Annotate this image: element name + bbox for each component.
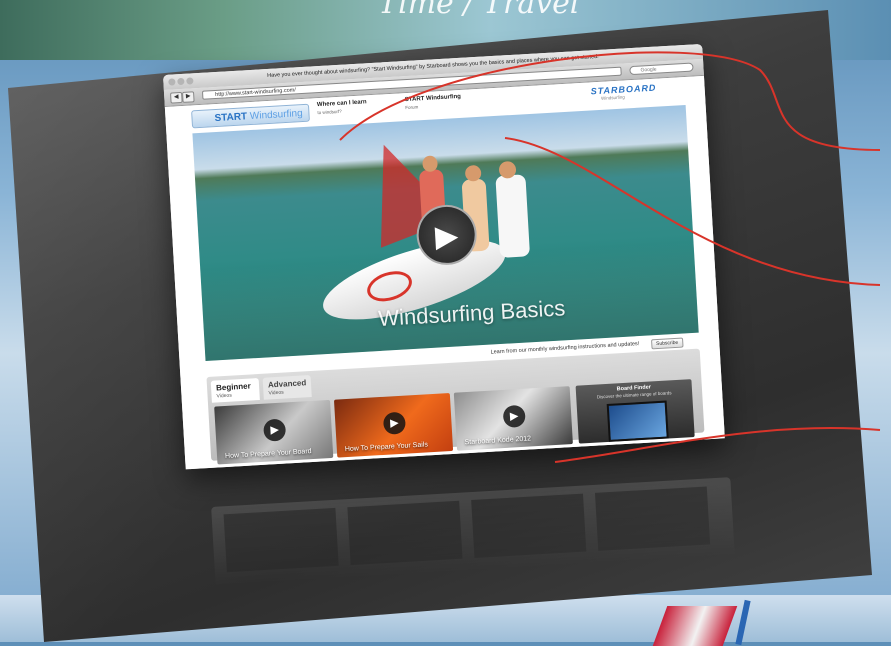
callout-line xyxy=(504,137,881,286)
callout-lines xyxy=(339,51,881,463)
callout-line xyxy=(339,51,881,151)
callout-line xyxy=(554,427,881,463)
